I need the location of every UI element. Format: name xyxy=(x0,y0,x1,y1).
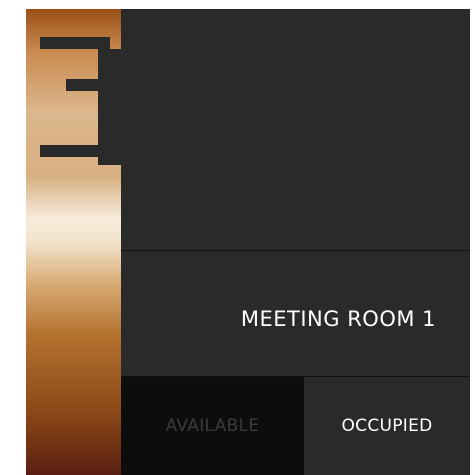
accent-gradient-bar xyxy=(26,9,124,475)
e-bracket-logo-icon xyxy=(40,37,124,165)
occupied-button[interactable]: OCCUPIED xyxy=(304,377,470,475)
status-toggle: AVAILABLE OCCUPIED xyxy=(121,377,470,475)
room-display-panel: MEETING ROOM 1 AVAILABLE OCCUPIED xyxy=(26,9,470,475)
room-name-label: MEETING ROOM 1 xyxy=(240,307,436,331)
available-button[interactable]: AVAILABLE xyxy=(121,377,304,475)
